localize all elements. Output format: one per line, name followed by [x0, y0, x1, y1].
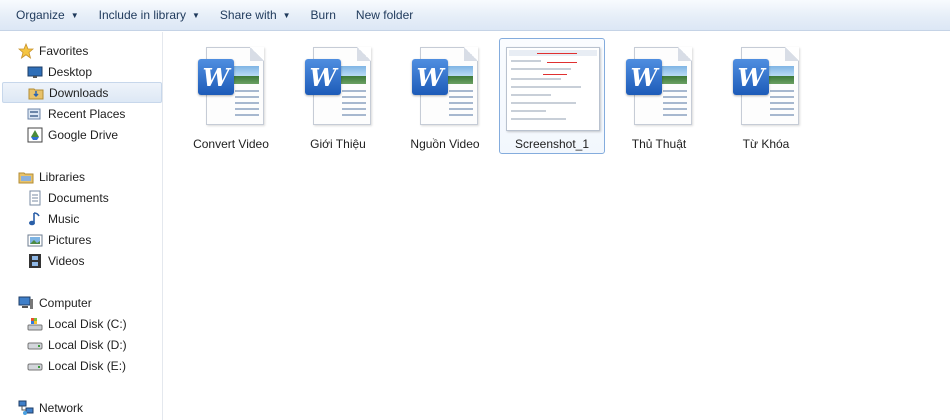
star-icon [18, 42, 34, 59]
documents-icon [27, 190, 43, 206]
burn-button[interactable]: Burn [301, 4, 346, 27]
command-bar: Organize ▼ Include in library ▼ Share wi… [0, 0, 950, 31]
include-in-library-button[interactable]: Include in library ▼ [89, 4, 210, 27]
nav-desktop-label: Desktop [48, 64, 93, 79]
recent-places-icon [27, 106, 43, 122]
nav-favorites-label: Favorites [39, 43, 89, 58]
libraries-icon [18, 169, 34, 185]
film-strip-icon [27, 253, 43, 269]
music-note-icon [27, 211, 43, 227]
file-label: Thủ Thuật [631, 137, 687, 151]
nav-music[interactable]: Music [0, 208, 79, 229]
file-item[interactable]: W Thủ Thuật [606, 38, 712, 154]
nav-network-label: Network [39, 400, 84, 415]
file-label: Screenshot_1 [514, 137, 590, 151]
word-document-icon: W [733, 45, 801, 129]
nav-downloads[interactable]: Downloads [2, 82, 162, 103]
file-item[interactable]: W Convert Video [178, 38, 284, 154]
file-label: Từ Khóa [742, 137, 790, 151]
word-document-icon: W [412, 45, 480, 129]
file-item[interactable]: W Giới Thiệu [285, 38, 391, 154]
nav-computer[interactable]: Computer [0, 292, 92, 313]
nav-google-drive[interactable]: Google Drive [0, 124, 118, 145]
google-drive-icon [27, 127, 43, 143]
nav-libraries-label: Libraries [39, 169, 86, 184]
nav-documents-label: Documents [48, 190, 109, 205]
nav-desktop[interactable]: Desktop [0, 61, 92, 82]
nav-local-disk-e-label: Local Disk (E:) [48, 358, 127, 373]
nav-favorites[interactable]: Favorites [0, 40, 88, 61]
nav-recent-places[interactable]: Recent Places [0, 103, 125, 124]
nav-local-disk-d[interactable]: Local Disk (D:) [0, 334, 127, 355]
navigation-pane: Favorites Desktop Downloads Recent Place… [0, 32, 163, 420]
nav-music-label: Music [48, 211, 80, 226]
downloads-folder-icon [28, 85, 44, 101]
word-document-icon: W [626, 45, 694, 129]
hard-drive-icon [27, 337, 43, 353]
nav-recent-places-label: Recent Places [48, 106, 126, 121]
nav-downloads-label: Downloads [49, 85, 109, 100]
nav-local-disk-e[interactable]: Local Disk (E:) [0, 355, 126, 376]
file-label: Giới Thiệu [310, 137, 366, 151]
nav-local-disk-d-label: Local Disk (D:) [48, 337, 127, 352]
organize-button[interactable]: Organize ▼ [6, 4, 89, 27]
nav-pictures-label: Pictures [48, 232, 92, 247]
file-item-selected[interactable]: Screenshot_1 [499, 38, 605, 154]
share-with-label: Share with [219, 8, 277, 22]
new-folder-label: New folder [355, 8, 414, 22]
dropdown-arrow-icon: ▼ [282, 10, 291, 20]
include-in-library-label: Include in library [98, 8, 186, 22]
nav-documents[interactable]: Documents [0, 187, 109, 208]
nav-network[interactable]: Network [0, 397, 83, 418]
computer-icon [18, 295, 34, 311]
word-document-icon: W [198, 45, 266, 129]
file-item[interactable]: W Nguồn Video [392, 38, 498, 154]
network-icon [18, 400, 34, 416]
file-label: Convert Video [193, 137, 269, 151]
pictures-icon [27, 232, 43, 248]
nav-videos[interactable]: Videos [0, 250, 84, 271]
file-view: W Convert Video W Giới Thiệu W Nguồn Vid… [164, 32, 950, 420]
nav-local-disk-c[interactable]: Local Disk (C:) [0, 313, 127, 334]
hard-drive-icon [27, 358, 43, 374]
organize-label: Organize [16, 8, 65, 22]
dropdown-arrow-icon: ▼ [70, 10, 79, 20]
burn-label: Burn [310, 8, 336, 22]
nav-videos-label: Videos [48, 253, 85, 268]
file-item[interactable]: W Từ Khóa [713, 38, 819, 154]
nav-computer-label: Computer [39, 295, 92, 310]
system-drive-icon [27, 316, 43, 332]
nav-local-disk-c-label: Local Disk (C:) [48, 316, 127, 331]
file-label: Nguồn Video [410, 137, 480, 151]
word-document-icon: W [305, 45, 373, 129]
new-folder-button[interactable]: New folder [346, 4, 423, 27]
dropdown-arrow-icon: ▼ [192, 10, 200, 20]
nav-google-drive-label: Google Drive [48, 127, 119, 142]
nav-libraries[interactable]: Libraries [0, 166, 85, 187]
share-with-button[interactable]: Share with ▼ [210, 4, 301, 27]
nav-pictures[interactable]: Pictures [0, 229, 91, 250]
image-thumbnail-icon [506, 45, 600, 131]
desktop-icon [27, 64, 43, 80]
